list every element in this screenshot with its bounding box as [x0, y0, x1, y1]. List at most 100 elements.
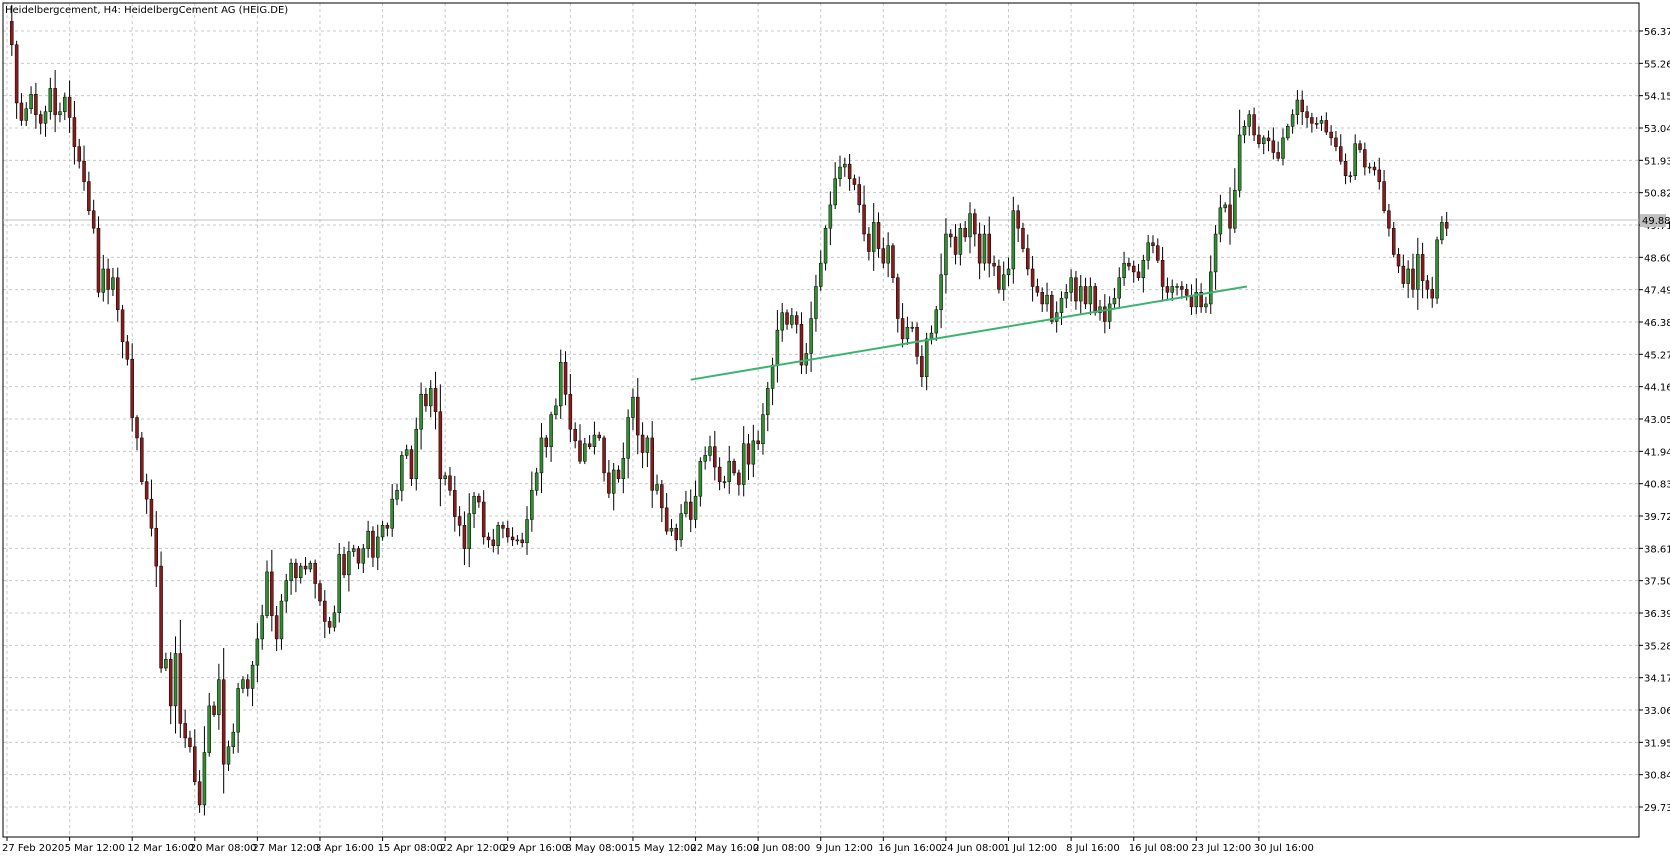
candle-body [867, 233, 871, 252]
candle-body [453, 490, 457, 517]
candle-body [833, 178, 837, 206]
candle-body [274, 615, 279, 640]
candle-body [433, 388, 438, 412]
candle-body [857, 184, 862, 206]
candle-body [977, 233, 982, 264]
candle-body [1078, 286, 1083, 302]
candle-body [891, 245, 895, 278]
candle-body [871, 222, 876, 252]
candle-body [650, 437, 654, 491]
candle-body [963, 227, 967, 238]
candle-body [154, 527, 159, 567]
candle-body [303, 565, 308, 570]
y-tick-label: 55.26 [1644, 59, 1670, 70]
candle-body [395, 490, 399, 500]
candle-body [193, 746, 197, 782]
y-tick-label: 33.06 [1644, 706, 1670, 717]
candle-body [347, 551, 351, 576]
candle-body [766, 388, 770, 415]
candle-body [1209, 271, 1213, 305]
candle-body [534, 472, 539, 491]
candle-body [790, 315, 794, 325]
candle-body [549, 414, 553, 447]
candle-body [1064, 292, 1069, 299]
candle-body [1054, 312, 1059, 322]
candle-body [289, 562, 293, 581]
candle-body [1083, 286, 1088, 305]
candle-body [843, 163, 847, 168]
candle-body [814, 286, 818, 319]
candle-body [246, 679, 250, 689]
y-tick-label: 48.60 [1644, 253, 1670, 264]
candle-body [486, 536, 491, 541]
candle-body [29, 93, 33, 110]
candle-body [1045, 294, 1049, 305]
candle-body [587, 443, 592, 447]
candle-body [597, 434, 601, 439]
candle-body [713, 446, 717, 468]
candle-body [626, 417, 630, 459]
candle-body [448, 475, 452, 491]
candle-body [1093, 286, 1097, 313]
candle-body [1131, 265, 1136, 273]
candle-body [746, 443, 751, 465]
x-tick-label: 27 Mar 12:00 [252, 843, 319, 854]
candle-body [361, 548, 366, 564]
candle-body [366, 530, 370, 549]
candle-body [1184, 289, 1189, 296]
y-tick-label: 44.16 [1644, 383, 1670, 394]
candle-body [761, 414, 765, 445]
candle-body [1252, 114, 1256, 136]
candle-body [1411, 268, 1415, 290]
candle-body [308, 562, 313, 570]
candle-body [515, 539, 520, 542]
x-tick-label: 22 Apr 12:00 [440, 843, 505, 854]
candle-body [140, 437, 144, 482]
candle-body [106, 268, 110, 290]
candle-body [809, 318, 813, 354]
candle-body [120, 309, 125, 343]
candle-body [896, 277, 900, 319]
x-tick-label: 27 Feb 2020 [2, 843, 64, 854]
candle-body [1213, 233, 1218, 273]
candle-body [1035, 286, 1040, 293]
candle-body [1314, 123, 1319, 125]
candle [732, 458, 736, 476]
candle-body [900, 318, 905, 340]
candle-body [679, 513, 683, 541]
candle-body [298, 565, 303, 579]
candle-body [1112, 297, 1117, 305]
candle-body [1406, 268, 1410, 284]
candle-body [188, 737, 192, 747]
candle-body [1011, 210, 1016, 270]
candle-body [1189, 294, 1194, 308]
candle-body [178, 653, 183, 724]
candle-body [1367, 166, 1372, 169]
candle-body [221, 679, 226, 765]
candle-body [1040, 292, 1044, 305]
candle-body [419, 393, 423, 430]
y-tick-label: 43.05 [1644, 415, 1670, 426]
candle-body [1416, 254, 1420, 290]
y-tick-label: 51.93 [1644, 156, 1670, 167]
candle-body [982, 233, 987, 264]
candle-body [1435, 239, 1439, 299]
candle [96, 216, 101, 298]
candle-body [1290, 114, 1295, 127]
price-chart[interactable]: 56.3755.2654.1553.0451.9350.8249.7148.60… [0, 0, 1670, 858]
candle-body [544, 437, 549, 447]
x-tick-label: 3 Apr 16:00 [315, 843, 374, 854]
candle-body [438, 411, 443, 479]
y-tick-label: 50.82 [1644, 189, 1670, 200]
candle-body [1016, 210, 1020, 229]
window-title: Heidelbergcement, H4: HeidelbergCement A… [5, 5, 288, 16]
candle [159, 551, 163, 673]
candle-body [674, 527, 679, 541]
candle-body [332, 612, 337, 628]
candle-body [1261, 137, 1266, 144]
candle-body [1127, 262, 1131, 267]
candle-body [1165, 286, 1170, 293]
candle-body [669, 527, 674, 532]
candle-body [939, 274, 943, 311]
candle-body [1001, 274, 1006, 290]
